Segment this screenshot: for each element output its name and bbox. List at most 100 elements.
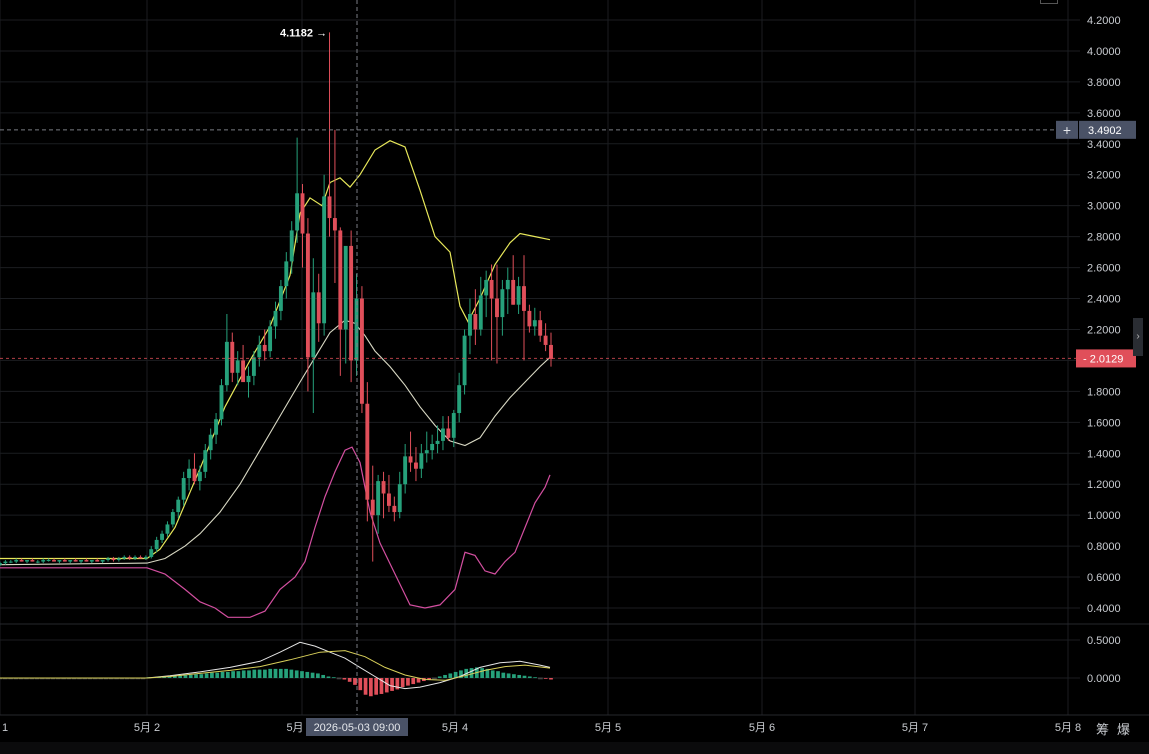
candle-body: [441, 428, 445, 441]
candle-body: [224, 341, 229, 386]
candle-body: [516, 286, 521, 305]
candle-body: [208, 434, 213, 451]
candle-body: [203, 450, 208, 472]
burst-label: 爆: [1117, 722, 1130, 737]
candle-body: [19, 560, 24, 562]
macd-histogram-bar: [294, 670, 299, 678]
bollinger-upper-line: [0, 140, 551, 560]
candle-body: [235, 360, 240, 373]
macd-histogram-bar: [231, 671, 235, 678]
macd-histogram-bar: [326, 676, 331, 678]
macd-histogram-bar: [353, 678, 357, 685]
macd-histogram-bar: [406, 678, 410, 686]
indicator-tabs-strip[interactable]: [0, 742, 1149, 754]
price-tick-label: 2.4000: [1087, 294, 1121, 306]
candle-body: [489, 279, 494, 299]
price-tick-label: 3.2000: [1087, 170, 1121, 182]
candle-body: [532, 320, 537, 327]
candle-body: [289, 230, 294, 262]
macd-dif-line: [0, 641, 551, 690]
macd-histogram-bar: [512, 674, 516, 678]
candle-body: [278, 286, 283, 311]
time-tick-label: 5月 4: [442, 722, 468, 734]
macd-histogram-bar: [390, 678, 394, 691]
macd-tick-label: 0.0000: [1087, 673, 1121, 685]
candle-body: [500, 289, 505, 318]
macd-histogram-bar: [321, 674, 326, 678]
macd-histogram-bar: [533, 677, 537, 679]
candle-body: [430, 443, 435, 451]
macd-histogram-bar: [448, 673, 453, 678]
candle-body: [14, 560, 19, 562]
price-tick-label: 1.8000: [1087, 386, 1121, 398]
candle-body: [41, 560, 46, 562]
candle-body: [62, 560, 67, 562]
macd-histogram-bar: [363, 678, 368, 695]
macd-histogram-bar: [247, 670, 251, 678]
candle-body: [457, 385, 462, 414]
candle-body: [462, 335, 467, 386]
macd-histogram-bar: [188, 674, 193, 678]
candle-body: [262, 344, 267, 352]
collapse-panel-icon[interactable]: ›: [1133, 318, 1143, 356]
macd-histogram-bar: [194, 674, 198, 678]
max-price-label: 4.1182 →: [280, 28, 327, 40]
candle-body: [424, 450, 429, 454]
price-tick-label: 3.8000: [1087, 77, 1121, 89]
candle-body: [106, 558, 110, 561]
candle-body: [133, 556, 137, 559]
time-tick-label: 5月 2: [134, 722, 160, 734]
settings-corner-icon[interactable]: [1040, 0, 1058, 4]
macd-histogram-bar: [522, 675, 527, 678]
candle-body: [246, 375, 251, 383]
candle-body: [419, 453, 424, 469]
macd-histogram-bar: [437, 676, 442, 678]
price-tick-label: 3.0000: [1087, 201, 1121, 213]
candle-body: [484, 279, 489, 296]
price-tick-label: 0.8000: [1087, 541, 1121, 553]
candle-body: [386, 493, 391, 506]
candle-body: [100, 560, 105, 562]
candle-body: [273, 310, 278, 327]
candle-body: [181, 478, 186, 500]
macd-histogram-bar: [400, 678, 405, 688]
candle-body: [349, 245, 354, 361]
macd-histogram-bar: [204, 673, 209, 678]
price-tick-label: 2.8000: [1087, 232, 1121, 244]
candle-body: [473, 314, 478, 330]
candle-body: [57, 560, 62, 562]
candle-body: [522, 286, 526, 311]
macd-histogram-bar: [358, 678, 363, 691]
time-axis[interactable]: 1 5月 2 5月 5月 4 5月 5 5月 6 5月 7 5月 8 2026-05-03 09…: [2, 718, 1130, 737]
candle-body: [305, 233, 310, 358]
candle-body: [127, 556, 132, 559]
price-tick-label: 2.2000: [1087, 324, 1121, 336]
macd-histogram-bar: [342, 678, 347, 680]
candle-body: [230, 341, 235, 373]
macd-histogram-bar: [496, 671, 500, 678]
candle-body: [52, 560, 56, 562]
candle-body: [300, 193, 305, 234]
candle-body: [89, 560, 94, 562]
macd-histogram-bar: [241, 670, 246, 678]
candle-body: [295, 193, 300, 231]
candle-body: [543, 335, 548, 345]
macd-histogram-bar: [278, 668, 283, 678]
candle-body: [73, 560, 78, 562]
time-tick-label: 5月 6: [749, 722, 775, 734]
macd-histogram-bar: [374, 678, 379, 695]
candle-body: [30, 560, 35, 562]
candle-body: [25, 560, 29, 562]
candle-body: [397, 484, 402, 513]
candle-body: [241, 360, 246, 383]
time-tick-label: 5月 7: [902, 722, 928, 734]
candle-body: [343, 245, 348, 330]
macd-histogram-bar: [273, 668, 278, 678]
candlestick-chart[interactable]: 4.2000 4.0000 3.8000 3.6000 3.4000 3.2000 3.00…: [0, 0, 1149, 754]
candle-body: [154, 539, 159, 550]
macd-tick-label: 0.5000: [1087, 635, 1121, 647]
crosshair-time-label: 2026-05-03 09:00: [314, 722, 401, 734]
candle-body: [392, 505, 397, 513]
candle-body: [79, 560, 83, 562]
bollinger-middle-line: [0, 319, 551, 566]
